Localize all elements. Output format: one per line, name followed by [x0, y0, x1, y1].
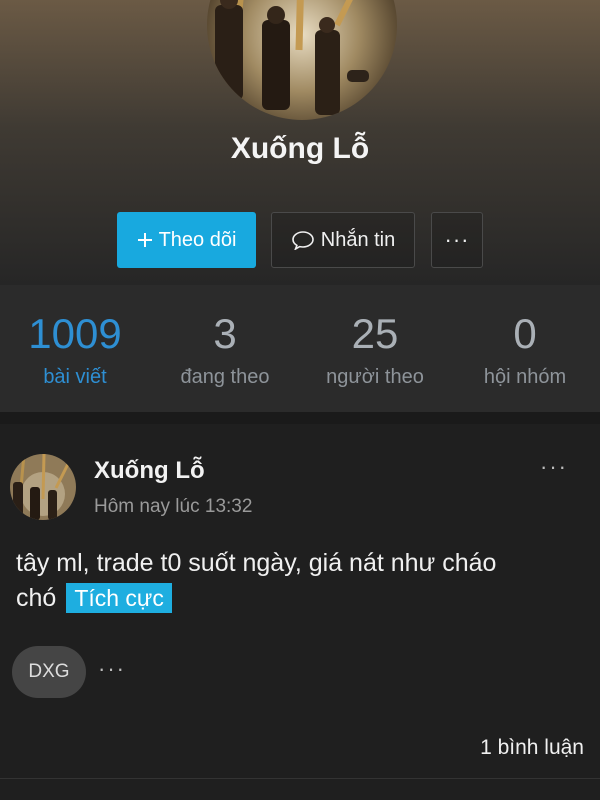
post-feed: Xuống Lỗ Hôm nay lúc 13:32 ··· tây ml, t… [0, 412, 600, 800]
message-label: Nhắn tin [320, 228, 396, 251]
divider [0, 778, 600, 779]
tag-more-button[interactable]: ··· [98, 656, 126, 682]
stat-value: 0 [513, 310, 537, 357]
plus-icon [137, 232, 153, 248]
stat-value: 3 [213, 310, 237, 357]
stat-followers[interactable]: 25 người theo [300, 285, 450, 412]
sentiment-badge: Tích cực [66, 583, 172, 613]
profile-name: Xuống Lỗ [230, 132, 370, 165]
stat-label: người theo [326, 366, 424, 388]
post-author-name[interactable]: Xuống Lỗ [94, 457, 205, 485]
stat-groups[interactable]: 0 hội nhóm [450, 285, 600, 412]
post-author-avatar[interactable] [10, 454, 76, 520]
stat-value: 25 [351, 310, 399, 357]
chat-bubble-icon [291, 230, 315, 250]
post-menu-button[interactable]: ··· [540, 454, 568, 480]
more-options-button[interactable]: ··· [431, 212, 483, 268]
stock-tag[interactable]: DXG [12, 646, 86, 698]
stat-label: hội nhóm [483, 366, 567, 388]
profile-avatar[interactable] [207, 0, 397, 120]
stat-label: đang theo [180, 366, 270, 388]
stat-value: 1009 [28, 310, 122, 357]
message-button[interactable]: Nhắn tin [271, 212, 415, 268]
follow-button[interactable]: Theo dõi [117, 212, 256, 268]
stat-following[interactable]: 3 đang theo [150, 285, 300, 412]
stat-posts[interactable]: 1009 bài viết [0, 285, 150, 412]
post-content: tây ml, trade t0 suốt ngày, giá nát như … [16, 546, 586, 616]
profile-stats: 1009 bài viết 3 đang theo 25 người theo … [0, 285, 600, 412]
profile-header: Xuống Lỗ Theo dõi Nhắn tin ··· [0, 0, 600, 285]
post-timestamp: Hôm nay lúc 13:32 [94, 496, 253, 517]
stat-label: bài viết [43, 366, 107, 388]
comments-link[interactable]: 1 bình luận [480, 736, 584, 760]
follow-label: Theo dõi [158, 228, 237, 251]
